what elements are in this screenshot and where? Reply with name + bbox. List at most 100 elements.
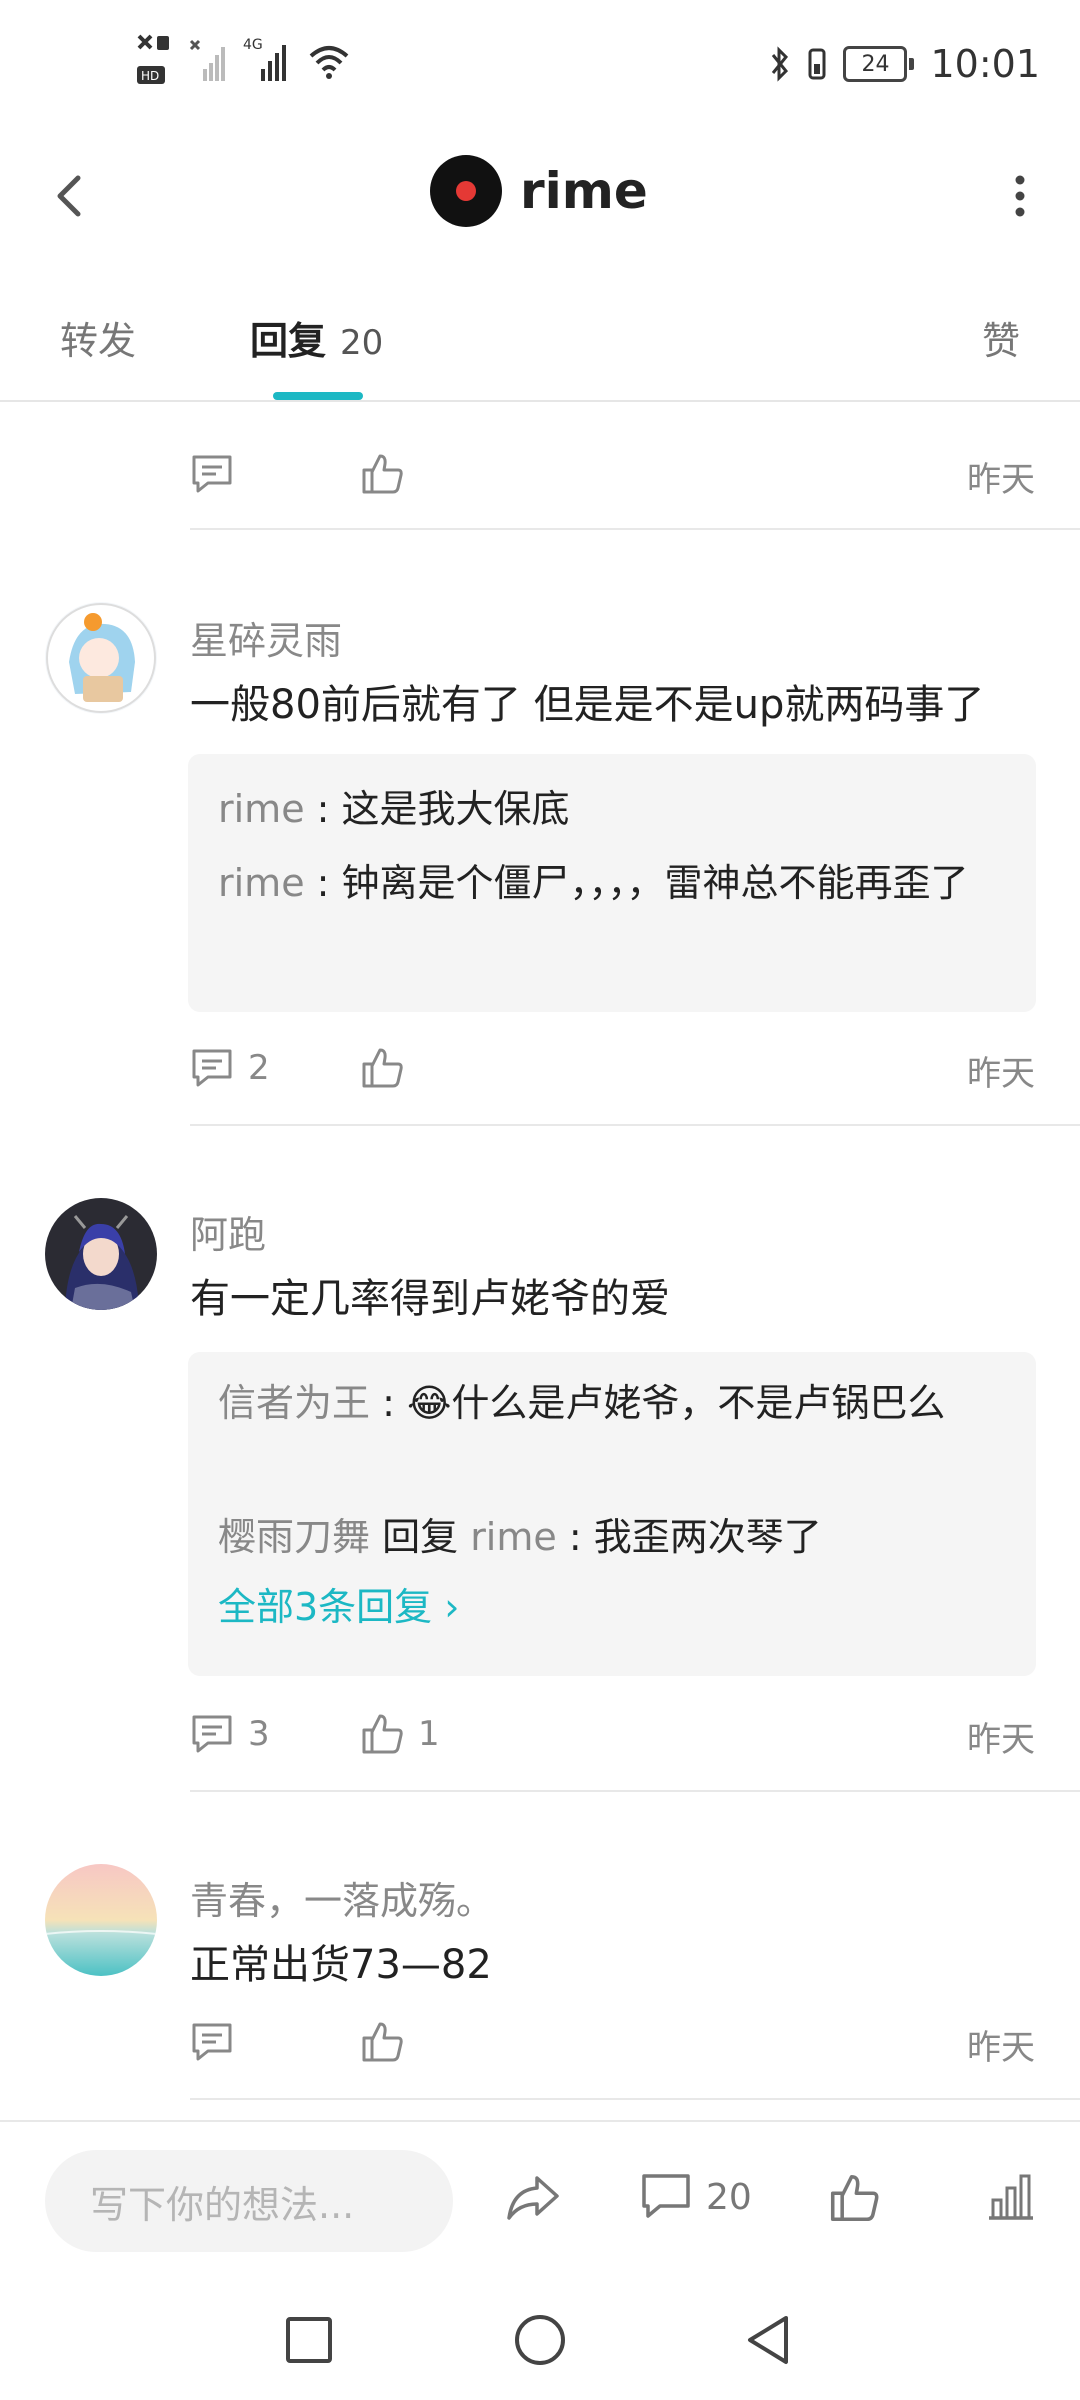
- poster-avatar: [430, 155, 502, 227]
- comment-actions: 3 1 昨天: [190, 1704, 1035, 1764]
- bottom-action-bar: 写下你的想法... 20: [0, 2120, 1080, 2282]
- bluetooth-icon: [772, 46, 789, 82]
- comment-date: 昨天: [967, 1054, 1035, 1094]
- like-post-button[interactable]: [828, 2172, 880, 2224]
- reply-preview-box[interactable]: 信者为王 : 😂什么是卢姥爷，不是卢锅巴么 樱雨刀舞 回复 rime : 我歪两…: [188, 1352, 1036, 1676]
- comment-actions: 昨天: [190, 444, 1035, 504]
- sub-reply-author[interactable]: 信者为王: [218, 1381, 370, 1425]
- comment-icon: [192, 455, 232, 493]
- active-tab-indicator: [273, 392, 363, 400]
- tab-reply-count: 20: [340, 323, 384, 363]
- sub-reply-separator: :: [370, 1381, 407, 1425]
- like-count: 1: [418, 1714, 440, 1754]
- comment-icon: [642, 2174, 690, 2218]
- sub-reply-separator: :: [304, 787, 342, 831]
- reply-preview-box[interactable]: rime : 这是我大保底 rime : 钟离是个僵尸，，，，雷神总不能再歪了: [188, 754, 1036, 1012]
- system-nav-bar: [0, 2282, 1080, 2400]
- view-all-replies-link[interactable]: 全部3条回复 ›: [218, 1585, 459, 1629]
- like-button[interactable]: 1: [360, 1712, 440, 1756]
- sub-reply-text: 我歪两次琴了: [593, 1515, 822, 1559]
- network-type-label: 4G: [243, 37, 263, 53]
- comment-text: 正常出货73—82: [190, 1942, 492, 1988]
- signal-1-icon: [189, 39, 225, 81]
- share-arrow-icon: [507, 2176, 559, 2220]
- tab-reply[interactable]: 回复 20: [250, 310, 383, 365]
- sunset-avatar-image: [45, 1864, 157, 1976]
- comment-author[interactable]: 阿跑: [190, 1204, 266, 1259]
- avatar[interactable]: [45, 602, 157, 714]
- view-all-replies[interactable]: 全部3条回复 ›: [218, 1574, 1008, 1640]
- comment-text: 有一定几率得到卢姥爷的爱: [190, 1276, 670, 1322]
- reply-button[interactable]: [190, 2021, 360, 2063]
- comments-count: 20: [706, 2176, 752, 2218]
- thumbs-up-icon: [362, 1714, 403, 1754]
- like-button[interactable]: [360, 1046, 418, 1090]
- clock: 10:01: [930, 42, 1040, 86]
- comment-date: 昨天: [967, 1720, 1035, 1760]
- svg-text:HD: HD: [141, 69, 159, 83]
- divider: [190, 1790, 1080, 1792]
- comment-text: 一般80前后就有了 但是是不是up就两码事了: [190, 682, 985, 728]
- divider: [190, 528, 1080, 530]
- comment-input[interactable]: 写下你的想法...: [45, 2150, 453, 2252]
- sub-reply-verb: 回复: [370, 1515, 471, 1559]
- stats-button[interactable]: [985, 2172, 1037, 2222]
- avatar[interactable]: [45, 1864, 157, 1976]
- sub-reply: 信者为王 : 😂什么是卢姥爷，不是卢锅巴么: [218, 1370, 1008, 1436]
- like-button[interactable]: [360, 452, 404, 496]
- share-button[interactable]: [505, 2172, 561, 2222]
- reply-button[interactable]: 2: [190, 1047, 360, 1089]
- comment-date: 昨天: [967, 2028, 1035, 2068]
- back-triangle-icon[interactable]: [740, 2312, 796, 2368]
- laughing-emoji: 😂: [406, 1381, 452, 1425]
- tab-forward[interactable]: 转发: [60, 310, 136, 365]
- comments-button[interactable]: 20: [640, 2172, 752, 2222]
- sub-reply: 樱雨刀舞 回复 rime : 我歪两次琴了: [218, 1504, 1008, 1570]
- bar-chart-icon: [989, 2174, 1033, 2220]
- thumbs-up-icon: [362, 454, 403, 494]
- sub-reply-separator: :: [304, 861, 342, 905]
- sub-reply-author[interactable]: 樱雨刀舞: [218, 1515, 370, 1559]
- avatar[interactable]: [45, 1198, 157, 1310]
- no-sim-icon: HD: [137, 34, 169, 84]
- page-title: rime: [520, 162, 648, 220]
- comment-actions: 2 昨天: [190, 1038, 1035, 1098]
- battery-level: 24: [843, 46, 908, 82]
- sub-reply-separator: :: [556, 1515, 594, 1559]
- anime-avatar-image: [45, 1198, 157, 1310]
- sub-reply: rime : 钟离是个僵尸，，，，雷神总不能再歪了: [218, 850, 1008, 916]
- recents-square-icon[interactable]: [283, 2314, 335, 2366]
- sub-reply-author[interactable]: rime: [218, 861, 305, 905]
- thumbs-up-icon: [362, 1048, 403, 1088]
- reply-feed: 昨天 星碎灵雨 一般80前后就有了 但是是不是up就两码事了 rime : 这是…: [0, 402, 1080, 2112]
- divider: [190, 1124, 1080, 1126]
- like-button[interactable]: [360, 2020, 404, 2064]
- sub-reply-text: 这是我大保底: [341, 787, 570, 831]
- anime-avatar-image: [45, 602, 157, 714]
- comment-author[interactable]: 星碎灵雨: [190, 610, 342, 665]
- header-title-group[interactable]: rime: [430, 155, 648, 227]
- wifi-icon: [309, 46, 349, 79]
- comment-actions: 昨天: [190, 2012, 1035, 2072]
- thumbs-up-icon: [362, 2022, 403, 2062]
- signal-indicators: HD 4G: [135, 30, 351, 90]
- sub-reply: rime : 这是我大保底: [218, 776, 1008, 842]
- home-circle-icon[interactable]: [512, 2312, 568, 2368]
- back-arrow-icon[interactable]: [40, 160, 100, 230]
- battery-indicator: 24: [843, 46, 915, 82]
- tab-bar: 转发 回复 20 赞: [0, 270, 1080, 402]
- reply-count: 2: [248, 1048, 270, 1088]
- reply-button[interactable]: [190, 453, 360, 495]
- tab-like[interactable]: 赞: [982, 310, 1020, 365]
- comment-input-placeholder: 写下你的想法...: [90, 2182, 355, 2227]
- sub-reply-author[interactable]: rime: [218, 787, 305, 831]
- divider: [190, 2098, 1080, 2100]
- tab-reply-label: 回复: [250, 319, 327, 363]
- reply-button[interactable]: 3: [190, 1713, 360, 1755]
- comment-author[interactable]: 青春，一落成殇。: [190, 1870, 494, 1925]
- sub-reply-target[interactable]: rime: [470, 1515, 557, 1559]
- app-header: rime: [0, 130, 1080, 260]
- thumbs-up-icon: [830, 2174, 879, 2222]
- reply-count: 3: [248, 1714, 270, 1754]
- more-options-icon[interactable]: [990, 160, 1050, 230]
